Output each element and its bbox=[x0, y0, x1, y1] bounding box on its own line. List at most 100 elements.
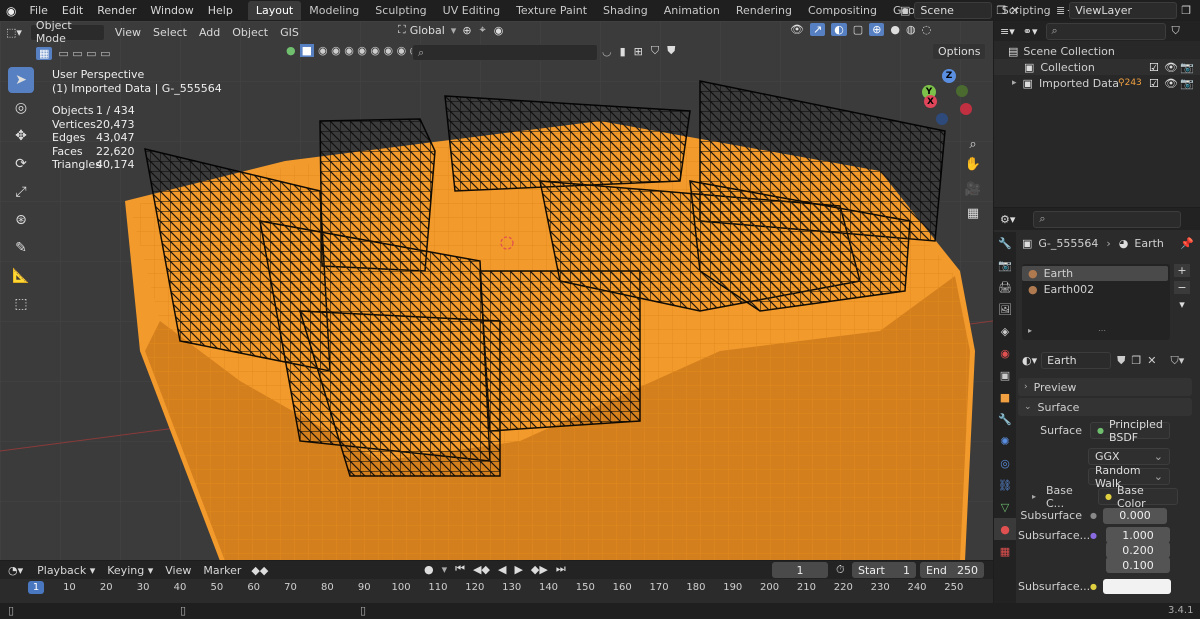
disclosure-triangle-icon[interactable]: ▸ bbox=[1032, 492, 1046, 501]
view-layer-icon[interactable]: ≣ bbox=[1056, 4, 1065, 17]
tab-modeling[interactable]: Modeling bbox=[301, 1, 367, 20]
output-tab-icon[interactable]: 🖨 bbox=[994, 276, 1016, 298]
outliner-search-input[interactable]: ⌕ bbox=[1045, 22, 1166, 40]
menu-file[interactable]: File bbox=[22, 4, 54, 17]
data-tab-icon[interactable]: ▽ bbox=[994, 496, 1016, 518]
blender-logo-icon[interactable]: ◉ bbox=[0, 4, 22, 18]
menu-help[interactable]: Help bbox=[201, 4, 240, 17]
tab-rendering[interactable]: Rendering bbox=[728, 1, 800, 20]
annotate-tool-icon[interactable]: ✎ bbox=[8, 235, 34, 261]
copy-icon[interactable]: ❐ bbox=[1131, 354, 1141, 367]
perspective-grid-icon[interactable]: ▦ bbox=[961, 201, 985, 225]
select-tool-icon[interactable]: ➤ bbox=[8, 67, 34, 93]
gizmo-neg-y-axis[interactable] bbox=[956, 85, 968, 97]
properties-editor-icon[interactable]: ⚙▾ bbox=[1000, 213, 1015, 226]
shading-solid-icon[interactable]: ● bbox=[890, 23, 900, 36]
remove-slot-button[interactable]: − bbox=[1174, 281, 1190, 294]
subsurface-radius-x[interactable]: 1.000 bbox=[1106, 527, 1170, 543]
particles-tab-icon[interactable]: ✺ bbox=[994, 430, 1016, 452]
slot-menu-icon[interactable]: ▾ bbox=[1174, 298, 1190, 311]
filter-icons[interactable]: ◉ ◉ ◉ ◉ ◉ ◉ ◉ ◉ bbox=[318, 44, 419, 57]
material-slot-earth002[interactable]: ● Earth002 bbox=[1022, 282, 1168, 297]
close-icon[interactable]: ✕ bbox=[1147, 354, 1156, 367]
menu-view[interactable]: View bbox=[109, 26, 147, 39]
menu-gis[interactable]: GIS bbox=[274, 26, 305, 39]
viewport-scene[interactable] bbox=[0, 21, 993, 560]
shading-wireframe-icon[interactable]: ⊕ bbox=[869, 23, 885, 36]
menu-select[interactable]: Select bbox=[147, 26, 193, 39]
hierarchy-icon[interactable]: ⊞ bbox=[634, 45, 643, 58]
object-type-icon[interactable]: ■ bbox=[299, 44, 315, 57]
outliner-item-collection[interactable]: ▣ Collection ☑ 👁 📷 bbox=[994, 59, 1200, 75]
tool-tab-icon[interactable]: 🔧 bbox=[994, 232, 1016, 254]
navigation-gizmo[interactable]: Z Y X bbox=[918, 69, 978, 129]
chevron-down-icon[interactable]: ◡ bbox=[602, 45, 612, 58]
measure-tool-icon[interactable]: 📐 bbox=[8, 263, 34, 289]
subsurface-radius-y[interactable]: 0.200 bbox=[1106, 542, 1170, 558]
distribution-dropdown[interactable]: GGX ⌄ bbox=[1088, 448, 1170, 465]
object-tab-icon[interactable]: ■ bbox=[994, 386, 1016, 408]
options-button[interactable]: Options bbox=[932, 43, 986, 60]
view-layer-tab-icon[interactable]: 🖼 bbox=[994, 298, 1016, 320]
scene-selector[interactable]: Scene bbox=[914, 2, 993, 19]
gizmo-neg-x-axis[interactable] bbox=[960, 103, 972, 115]
gizmo-neg-z-axis[interactable] bbox=[936, 113, 948, 125]
scene-close-icon[interactable]: ✕ bbox=[1010, 4, 1019, 17]
subsurface-method-dropdown[interactable]: Random Walk ⌄ bbox=[1088, 464, 1170, 490]
subsurface-color-swatch[interactable] bbox=[1102, 579, 1171, 594]
camera-icon[interactable]: 📷 bbox=[1180, 77, 1194, 90]
modifier-tab-icon[interactable]: 🔧 bbox=[994, 408, 1016, 430]
menu-object[interactable]: Object bbox=[226, 26, 274, 39]
outliner-item-imported-data[interactable]: ▸ ▣ Imported Data ⚲243 ☑ 👁 📷 bbox=[994, 75, 1200, 91]
menu-window[interactable]: Window bbox=[143, 4, 200, 17]
eye-icon[interactable]: 👁 bbox=[1164, 77, 1178, 90]
material-name-field[interactable]: Earth bbox=[1041, 352, 1112, 369]
gis-globe-icon[interactable]: ● bbox=[286, 44, 296, 57]
bookmark-icon[interactable]: ▮ bbox=[620, 45, 626, 58]
filter-icon[interactable]: ⛉▾ bbox=[1170, 354, 1184, 368]
scene-tab-icon[interactable]: ◈ bbox=[994, 320, 1016, 342]
subsurface-value-field[interactable]: 0.000 bbox=[1102, 507, 1167, 524]
visibility-icon[interactable]: 👁 bbox=[790, 23, 804, 36]
shield-icon[interactable]: ⛊ bbox=[667, 44, 675, 58]
base-color-field[interactable]: ● Base Color bbox=[1098, 484, 1178, 510]
mode-selector[interactable]: Object Mode bbox=[29, 21, 105, 45]
tab-texture-paint[interactable]: Texture Paint bbox=[508, 1, 595, 20]
tab-uv-editing[interactable]: UV Editing bbox=[435, 1, 508, 20]
menu-edit[interactable]: Edit bbox=[55, 4, 90, 17]
texture-tab-icon[interactable]: ▦ bbox=[994, 540, 1016, 562]
material-slots-list[interactable]: ● Earth ● Earth002 ▸ ⋯ bbox=[1022, 264, 1170, 340]
display-mode-icon[interactable]: ⚭▾ bbox=[1023, 25, 1038, 38]
tab-animation[interactable]: Animation bbox=[656, 1, 728, 20]
shield-icon[interactable]: ⛊ bbox=[1117, 354, 1125, 368]
cursor-tool-icon[interactable]: ◎ bbox=[8, 95, 34, 121]
viewport-search-input[interactable]: ⌕ bbox=[412, 44, 598, 61]
proportional-edit-icon[interactable]: ◉ bbox=[494, 24, 504, 37]
overlays-icon[interactable]: ◐ bbox=[831, 23, 847, 36]
add-slot-button[interactable]: + bbox=[1174, 264, 1190, 277]
tab-shading[interactable]: Shading bbox=[595, 1, 656, 20]
render-tab-icon[interactable]: 📷 bbox=[994, 254, 1016, 276]
scale-tool-icon[interactable]: ⤢ bbox=[8, 179, 34, 205]
world-tab-icon[interactable]: ◉ bbox=[994, 342, 1016, 364]
collection-tab-icon[interactable]: ▣ bbox=[994, 364, 1016, 386]
add-cube-tool-icon[interactable]: ⬚ bbox=[8, 291, 34, 317]
material-browse-icon[interactable]: ◐▾ bbox=[1022, 354, 1037, 367]
shading-rendered-icon[interactable]: ◌ bbox=[922, 23, 932, 36]
scene-copy-icon[interactable]: ❐ bbox=[996, 4, 1006, 17]
select-box-icon[interactable]: ▦ bbox=[36, 46, 53, 60]
physics-tab-icon[interactable]: ◎ bbox=[994, 452, 1016, 474]
xray-icon[interactable]: ▢ bbox=[853, 23, 863, 36]
panel-surface[interactable]: ⌄ Surface bbox=[1018, 398, 1192, 416]
pan-hand-icon[interactable]: ✋ bbox=[961, 152, 985, 176]
camera-icon[interactable]: 📷 bbox=[1180, 61, 1194, 74]
properties-search-input[interactable]: ⌕ bbox=[1033, 210, 1182, 228]
gizmo-x-axis[interactable]: X bbox=[924, 95, 937, 108]
tab-layout[interactable]: Layout bbox=[247, 1, 302, 20]
select-mode-icons[interactable]: ▭ ▭ ▭ ▭ bbox=[58, 47, 110, 60]
outliner-editor-icon[interactable]: ≡▾ bbox=[1000, 25, 1015, 38]
timeline-ruler[interactable]: 10 20 30 40 50 60 70 80 90 100 110 120 130 140 150 160 1… bbox=[0, 561, 993, 603]
snap-icon[interactable]: ⌖ bbox=[480, 23, 486, 37]
menu-render[interactable]: Render bbox=[90, 4, 143, 17]
view-layer-selector[interactable]: ViewLayer bbox=[1069, 2, 1178, 19]
